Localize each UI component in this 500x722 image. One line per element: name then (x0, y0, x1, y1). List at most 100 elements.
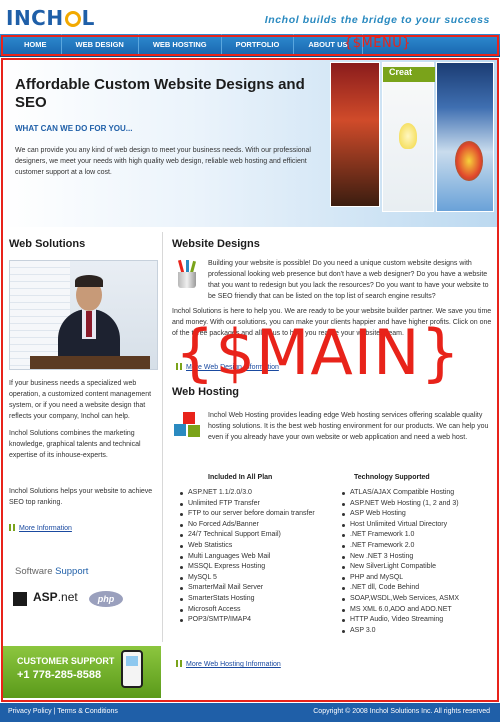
solutions-paragraph-2: Inchol Solutions combines the marketing … (9, 430, 141, 459)
web-hosting-title: Web Hosting (172, 386, 240, 398)
customer-support-box[interactable]: CUSTOMER SUPPORT +1 778-285-8588 (3, 646, 161, 698)
technology-supported-title: Technology Supported (354, 474, 430, 481)
hero-title: Affordable Custom Website Designs and SE… (15, 76, 305, 111)
cube-blue (174, 424, 186, 436)
right-column: Website Designs Building your website is… (164, 228, 497, 700)
list-item: New SilverLight Compatible (340, 562, 495, 573)
hosting-more-link[interactable]: More Web Hosting Information (186, 661, 281, 668)
cube-red (183, 412, 195, 424)
hero-text: We can provide you any kind of web desig… (15, 147, 311, 176)
footer-separator: | (53, 708, 56, 715)
photo-person-tie (86, 311, 92, 337)
list-item: PHP and MySQL (340, 573, 495, 584)
adobe-logo-icon (13, 592, 27, 606)
logo-ring-icon (64, 11, 81, 27)
hosting-more-info: More Web Hosting Information (176, 660, 281, 668)
nav-item-web-design[interactable]: WEB DESIGN (62, 34, 139, 55)
solutions-more-link[interactable]: More Information (19, 525, 72, 532)
aspnet-logo-suffix: .net (57, 590, 78, 604)
web-solutions-title: Web Solutions (9, 238, 86, 250)
link-bullet-icon (176, 363, 182, 370)
phone-screen (126, 656, 138, 666)
list-item: 24/7 Technical Support Email) (178, 530, 328, 541)
mobile-phone-icon (121, 650, 143, 688)
customer-support-phone: +1 778-285-8588 (17, 669, 102, 681)
main-nav: HOME WEB DESIGN WEB HOSTING PORTFOLIO AB… (0, 34, 500, 57)
list-item: .NET Framework 1.0 (340, 530, 495, 541)
list-item: POP3/SMTP/IMAP4 (178, 615, 328, 626)
photo-person-hair (75, 275, 103, 287)
list-item: ASP Web Hosting (340, 509, 495, 520)
list-item: ASP.NET Web Hosting (1, 2 and 3) (340, 499, 495, 510)
included-plan-title: Included In All Plan (208, 474, 273, 481)
list-item: Host Unlimited Virtual Directory (340, 520, 495, 531)
portfolio-shot-2: Creat (382, 62, 435, 212)
footer-copyright: Copyright © 2008 Inchol Solutions Inc. A… (313, 708, 490, 715)
footer-links: Privacy Policy | Terms & Conditions (8, 708, 118, 715)
terms-link[interactable]: Terms & Conditions (57, 708, 118, 715)
solutions-paragraph-3: Inchol Solutions helps your website to a… (9, 488, 153, 506)
included-features-list: ASP.NET 1.1/2.0/3.0 Unlimited FTP Transf… (178, 488, 328, 626)
nav-item-home[interactable]: HOME (8, 34, 62, 55)
designs-paragraph-1: Building your website is possible! Do yo… (208, 260, 489, 300)
list-item: MS XML 6.0,ADO and ADO.NET (340, 605, 495, 616)
list-item: New .NET 3 Hosting (340, 552, 495, 563)
paint-can (178, 272, 196, 288)
list-item: SmarterStats Hosting (178, 594, 328, 605)
list-item: ATLAS/AJAX Compatible Hosting (340, 488, 495, 499)
cube-green (188, 425, 200, 437)
software-logos: ASP.net php (13, 588, 153, 610)
designs-more-link[interactable]: More Web Design Information (186, 364, 279, 371)
list-item: Microsoft Access (178, 605, 328, 616)
hosting-paragraph: Inchol Web Hosting provides leading edge… (208, 412, 489, 441)
privacy-policy-link[interactable]: Privacy Policy (8, 708, 52, 715)
list-item: ASP.NET 1.1/2.0/3.0 (178, 488, 328, 499)
logo-text-right: L (81, 6, 95, 30)
nav-item-portfolio[interactable]: PORTFOLIO (222, 34, 295, 55)
nav-item-web-hosting[interactable]: WEB HOSTING (139, 34, 222, 55)
software-support-word-1: Software (15, 566, 53, 577)
list-item: MySQL 5 (178, 573, 328, 584)
list-item: ASP 3.0 (340, 626, 495, 637)
website-designs-title: Website Designs (172, 238, 260, 250)
portfolio-shot-banner: Creat (383, 67, 435, 82)
portfolio-shot-3 (436, 62, 494, 212)
software-support-word-2: Support (55, 566, 89, 577)
list-item: SOAP,WSDL,Web Services, ASMX (340, 594, 495, 605)
portfolio-shot-1 (330, 62, 380, 207)
hosting-cubes-icon (174, 412, 204, 442)
consultant-photo (9, 260, 158, 370)
lightbulb-icon (399, 123, 417, 149)
list-item: Multi Languages Web Mail (178, 552, 328, 563)
list-item: MSSQL Express Hosting (178, 562, 328, 573)
list-item: .NET Framework 2.0 (340, 541, 495, 552)
site-logo[interactable]: INCH L (6, 6, 95, 30)
column-divider (162, 232, 163, 642)
hero-subtitle: WHAT CAN WE DO FOR YOU... (15, 124, 133, 133)
logo-text-left: INCH (6, 6, 64, 30)
site-footer: Privacy Policy | Terms & Conditions Copy… (0, 703, 500, 722)
link-bullet-icon (176, 660, 182, 667)
parrot-image (455, 141, 483, 181)
aspnet-logo-text: ASP (33, 590, 58, 604)
list-item: FTP to our server before domain transfer (178, 509, 328, 520)
hero-banner: Affordable Custom Website Designs and SE… (3, 60, 497, 227)
list-item: SmarterMail Mail Server (178, 583, 328, 594)
paint-bucket-icon (174, 259, 200, 290)
portfolio-shot-label: Creat (389, 67, 413, 77)
photo-desk (30, 356, 150, 369)
list-item: Unlimited FTP Transfer (178, 499, 328, 510)
portfolio-collage: Creat (330, 62, 495, 222)
aspnet-logo: ASP.net (33, 590, 78, 604)
site-tagline: Inchol builds the bridge to your success (264, 14, 490, 26)
left-column: Web Solutions If your business needs a s… (3, 228, 161, 700)
designs-paragraph-2: Inchol Solutions is here to help you. We… (172, 308, 492, 337)
customer-support-title: CUSTOMER SUPPORT (17, 656, 115, 666)
designs-more-info: More Web Design Information (176, 363, 279, 371)
list-item: .NET dll, Code Behind (340, 583, 495, 594)
list-item: No Forced Ads/Banner (178, 520, 328, 531)
technology-features-list: ATLAS/AJAX Compatible Hosting ASP.NET We… (340, 488, 495, 636)
solutions-paragraph-1: If your business needs a specialized web… (9, 380, 152, 420)
link-bullet-icon (9, 524, 15, 531)
php-logo: php (89, 591, 123, 607)
